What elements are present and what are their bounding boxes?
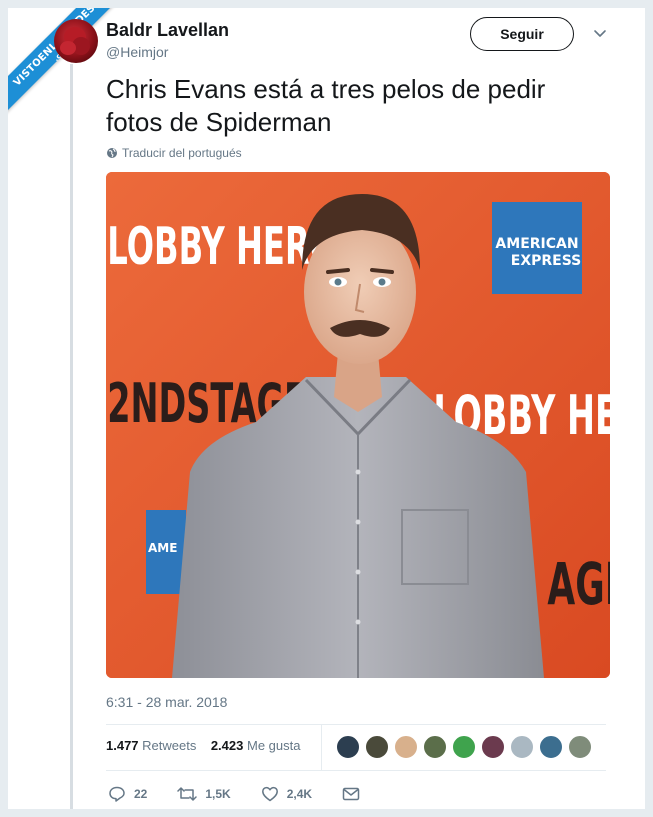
- chevron-down-icon[interactable]: [592, 25, 608, 41]
- liker-avatar[interactable]: [394, 735, 418, 759]
- follow-button[interactable]: Seguir: [470, 17, 574, 51]
- liker-avatar[interactable]: [568, 735, 592, 759]
- liker-avatar[interactable]: [452, 735, 476, 759]
- stats-divider-top: [106, 724, 606, 725]
- thread-line: [70, 64, 73, 809]
- backdrop-text-1: LOBBY HERO: [107, 217, 337, 277]
- tweet-text-line-2: fotos de Spiderman: [106, 107, 332, 137]
- liker-avatar[interactable]: [336, 735, 360, 759]
- retweet-count: 1,5K: [205, 787, 231, 801]
- retweet-icon: [177, 787, 198, 801]
- backdrop-text-4: AGE: [547, 551, 610, 618]
- translate-label: Traducir del portugués: [122, 146, 242, 160]
- sponsor-line-2: EXPRESS: [511, 253, 582, 269]
- liker-avatar[interactable]: [365, 735, 389, 759]
- tweet-text: Chris Evans está a tres pelos de pedir f…: [106, 73, 606, 139]
- heart-icon: [261, 786, 278, 802]
- likes-count[interactable]: 2.423: [211, 738, 244, 753]
- stats-divider-bottom: [106, 770, 606, 771]
- amex-logo: AMERICAN EXPRESS: [492, 202, 582, 294]
- liker-avatar[interactable]: [423, 735, 447, 759]
- envelope-icon: [342, 787, 360, 801]
- liker-avatar[interactable]: [539, 735, 563, 759]
- reply-icon: [109, 786, 125, 802]
- tweet-timestamp[interactable]: 6:31 - 28 mar. 2018: [106, 694, 227, 710]
- like-button[interactable]: 2,4K: [261, 785, 312, 803]
- author-handle[interactable]: @Heimjor: [106, 44, 168, 60]
- author-name[interactable]: Baldr Lavellan: [106, 20, 229, 41]
- tweet-photo[interactable]: LOBBY HERO 2NDSTAGE LOBBY HERO AGE AMERI…: [106, 172, 610, 678]
- liker-avatars: [336, 735, 592, 759]
- tweet-card: VISTOENLASREDES .com Baldr Lavellan @Hei…: [8, 8, 645, 809]
- liker-avatar[interactable]: [510, 735, 534, 759]
- avatar[interactable]: [54, 19, 98, 63]
- tweet-text-line-1: Chris Evans está a tres pelos de pedir: [106, 74, 546, 104]
- sponsor-line-1: AMERICAN: [495, 236, 578, 252]
- tweet-actions: 22 1,5K 2,4K: [108, 785, 398, 803]
- sponsor-small: AME: [148, 541, 177, 555]
- like-count: 2,4K: [286, 787, 313, 801]
- stats-separator: [321, 724, 322, 770]
- photo-illustration: LOBBY HERO 2NDSTAGE LOBBY HERO AGE AMERI…: [106, 172, 610, 678]
- globe-icon: [107, 148, 117, 158]
- retweets-count[interactable]: 1.477: [106, 738, 139, 753]
- reply-count: 22: [134, 787, 148, 801]
- reply-button[interactable]: 22: [108, 785, 147, 803]
- retweet-button[interactable]: 1,5K: [177, 785, 231, 803]
- liker-avatar[interactable]: [481, 735, 505, 759]
- engagement-stats: 1.477 Retweets 2.423 Me gusta: [106, 738, 300, 753]
- likes-label[interactable]: Me gusta: [247, 738, 300, 753]
- translate-link[interactable]: Traducir del portugués: [106, 146, 242, 160]
- direct-message-button[interactable]: [342, 786, 368, 802]
- amex-logo-small: AME: [146, 510, 186, 594]
- retweets-label[interactable]: Retweets: [142, 738, 196, 753]
